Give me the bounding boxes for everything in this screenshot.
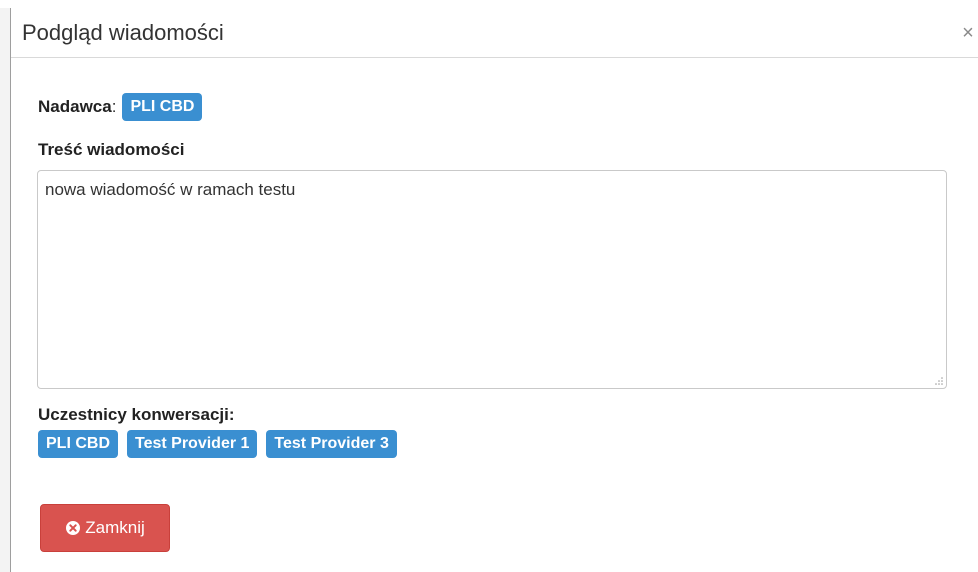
times-circle-icon (66, 521, 81, 535)
sender-colon: : (111, 97, 117, 116)
participant-badge: PLI CBD (38, 430, 118, 458)
sender-badge: PLI CBD (122, 93, 203, 121)
participants-list: PLI CBD Test Provider 1 Test Provider 3 (38, 430, 397, 458)
close-button-label: Zamknij (85, 518, 145, 537)
background-top-strip (0, 0, 978, 8)
sender-row: Nadawca : PLI CBD (38, 93, 203, 121)
close-icon[interactable]: × (960, 20, 976, 46)
participant-badge: Test Provider 3 (266, 430, 397, 458)
message-content-label: Treść wiadomości (38, 140, 185, 159)
modal-title: Podgląd wiadomości (22, 20, 224, 45)
message-textarea[interactable]: nowa wiadomość w ramach testu (37, 170, 947, 389)
participant-badge: Test Provider 1 (127, 430, 258, 458)
resize-grip-icon[interactable] (933, 375, 943, 385)
close-button[interactable]: Zamknij (40, 504, 170, 552)
sender-label: Nadawca (38, 97, 112, 116)
modal-header: Podgląd wiadomości × (11, 8, 978, 58)
message-preview-modal: Podgląd wiadomości × Nadawca : PLI CBD T… (11, 8, 978, 572)
participants-label: Uczestnicy konwersacji: (38, 405, 235, 424)
background-window-edge (0, 0, 11, 572)
message-text: nowa wiadomość w ramach testu (45, 180, 296, 199)
